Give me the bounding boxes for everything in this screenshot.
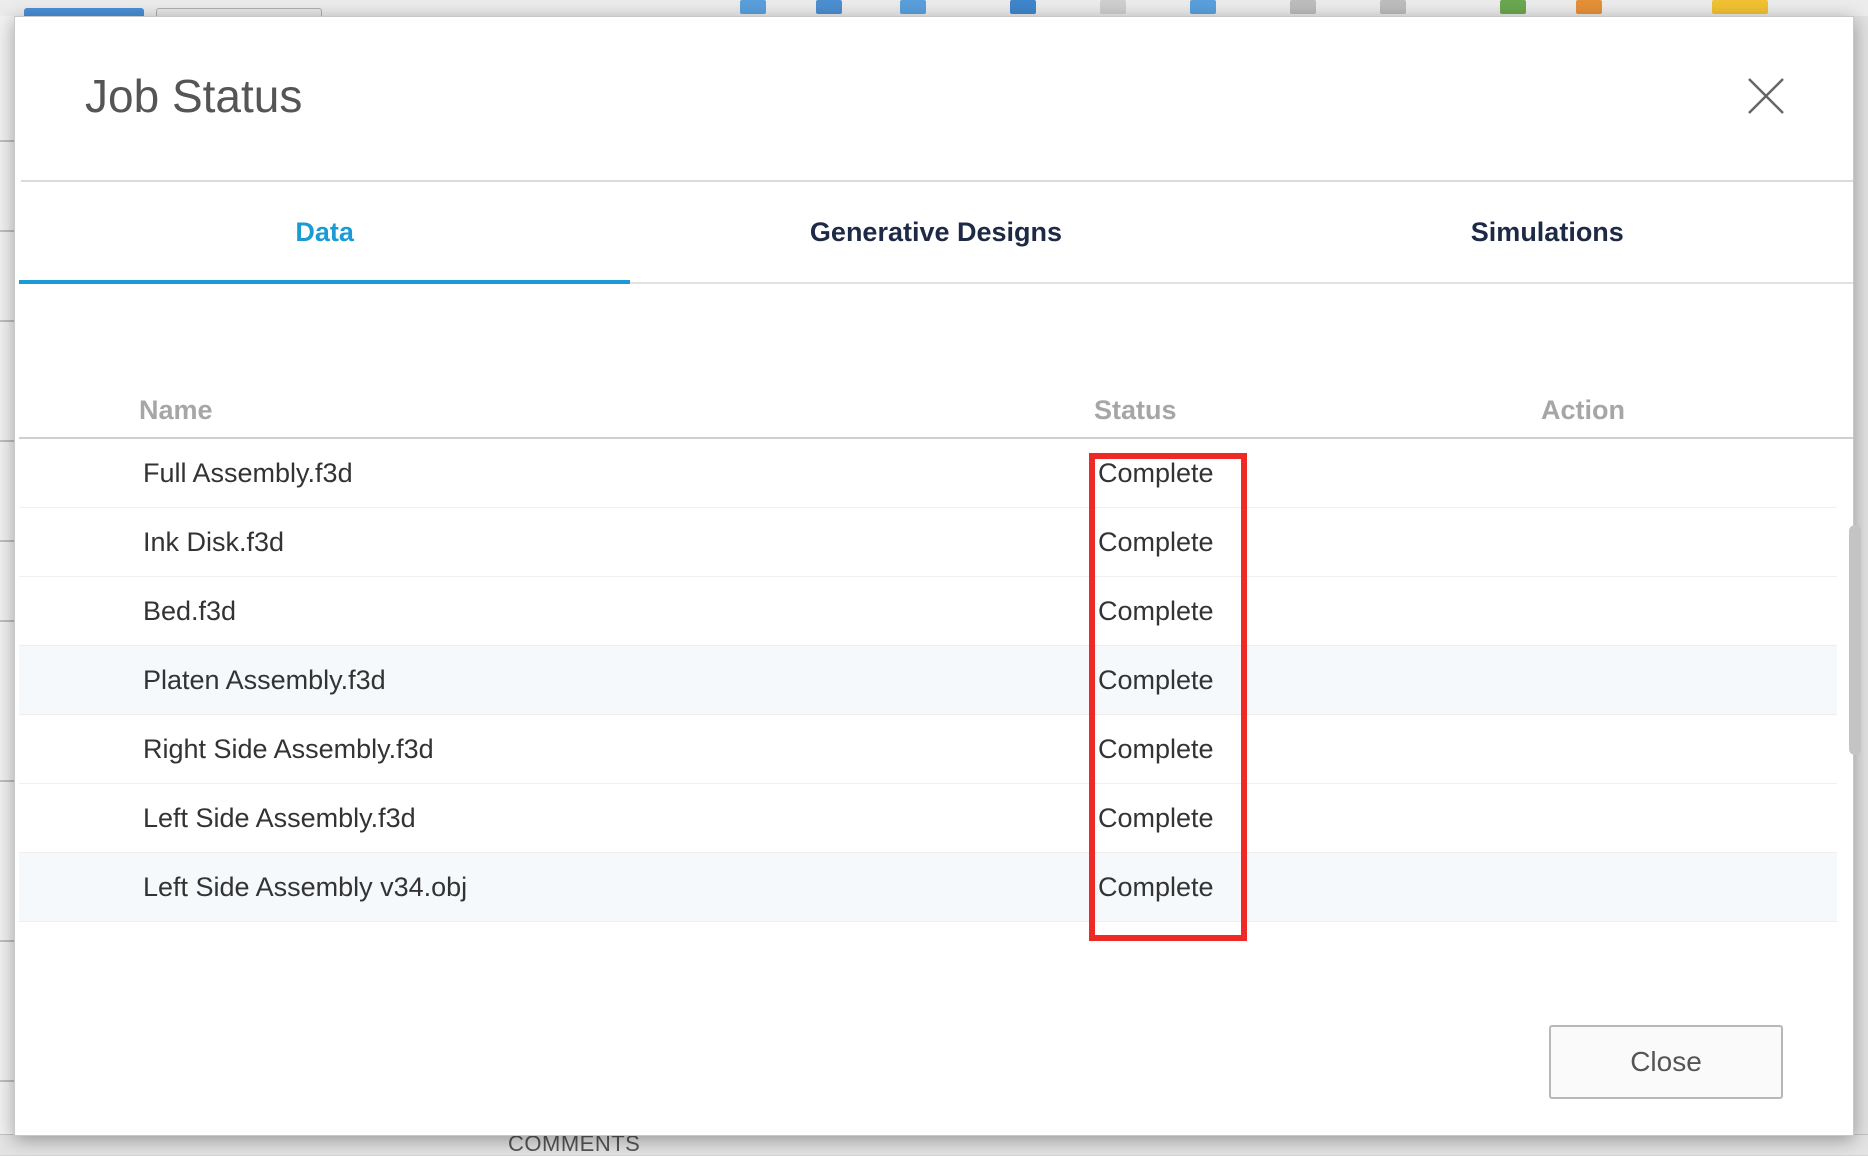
- table-row[interactable]: Bed.f3d Complete: [19, 577, 1837, 646]
- job-name-cell: Full Assembly.f3d: [143, 458, 353, 488]
- ruler-icon[interactable]: [1712, 0, 1768, 14]
- column-header-action[interactable]: Action: [1541, 395, 1625, 426]
- job-name-cell: Ink Disk.f3d: [143, 527, 285, 557]
- job-name-cell: Left Side Assembly v34.obj: [143, 872, 468, 902]
- panel-divider: [0, 230, 14, 232]
- toolbar-tool-icon[interactable]: [740, 0, 766, 14]
- panel-divider: [0, 140, 14, 142]
- toolbar-tool-icon[interactable]: [816, 0, 842, 14]
- app-toolbar: [0, 0, 1868, 20]
- close-button[interactable]: Close: [1549, 1025, 1783, 1099]
- tab-data[interactable]: Data: [19, 182, 631, 284]
- tab-bar: Data Generative Designs Simulations: [19, 182, 1853, 284]
- job-status-dialog: Job Status Data Generative Designs Simul…: [14, 16, 1861, 1136]
- job-status-cell: Complete: [1098, 872, 1214, 902]
- job-status-cell: Complete: [1098, 527, 1214, 557]
- job-name-cell: Platen Assembly.f3d: [143, 665, 386, 695]
- toolbar-tool-icon[interactable]: [1190, 0, 1216, 14]
- panel-divider: [0, 940, 14, 942]
- tab-generative-designs[interactable]: Generative Designs: [630, 182, 1241, 282]
- table-header: Name Status Action: [19, 377, 1853, 439]
- app-left-panel: [0, 16, 15, 1154]
- toolbar-tool-icon[interactable]: [1010, 0, 1036, 14]
- close-x-icon-glyph: [1748, 78, 1784, 114]
- comments-label[interactable]: COMMENTS: [508, 1133, 640, 1155]
- tab-simulations[interactable]: Simulations: [1242, 182, 1853, 282]
- panel-divider: [0, 620, 14, 622]
- job-status-cell: Complete: [1098, 803, 1214, 833]
- job-name-cell: Left Side Assembly.f3d: [143, 803, 416, 833]
- column-header-status[interactable]: Status: [1094, 395, 1177, 426]
- job-status-cell: Complete: [1098, 458, 1214, 488]
- toolbar-tool-icon[interactable]: [1500, 0, 1526, 14]
- toolbar-tool-icon[interactable]: [1290, 0, 1316, 14]
- dialog-title: Job Status: [85, 70, 303, 122]
- job-name-cell: Bed.f3d: [143, 596, 237, 626]
- job-status-cell: Complete: [1098, 596, 1214, 626]
- job-status-cell: Complete: [1098, 665, 1214, 695]
- table-row[interactable]: Full Assembly.f3d Complete: [19, 439, 1837, 508]
- toolbar-tool-icon[interactable]: [1380, 0, 1406, 14]
- table-row[interactable]: Platen Assembly.f3d Complete: [19, 646, 1837, 715]
- panel-divider: [0, 540, 14, 542]
- job-name-cell: Right Side Assembly.f3d: [143, 734, 434, 764]
- toolbar-tool-icon[interactable]: [1100, 0, 1126, 14]
- toolbar-tool-icon[interactable]: [900, 0, 926, 14]
- close-x-icon[interactable]: [1745, 75, 1787, 117]
- column-header-name[interactable]: Name: [139, 395, 213, 426]
- table-row[interactable]: Left Side Assembly v34.obj Complete: [19, 853, 1837, 922]
- app-bottom-bar: [0, 1134, 1868, 1155]
- panel-divider: [0, 440, 14, 442]
- job-status-cell: Complete: [1098, 734, 1214, 764]
- table-row[interactable]: Right Side Assembly.f3d Complete: [19, 715, 1837, 784]
- table-row[interactable]: Left Side Assembly.f3d Complete: [19, 784, 1837, 853]
- panel-divider: [0, 320, 14, 322]
- toolbar-tool-icon[interactable]: [1576, 0, 1602, 14]
- panel-divider: [0, 1080, 14, 1082]
- table-row[interactable]: Ink Disk.f3d Complete: [19, 508, 1837, 577]
- job-table-body: Full Assembly.f3d Complete Ink Disk.f3d …: [19, 439, 1837, 922]
- table-scrollbar[interactable]: [1849, 525, 1861, 755]
- panel-divider: [0, 780, 14, 782]
